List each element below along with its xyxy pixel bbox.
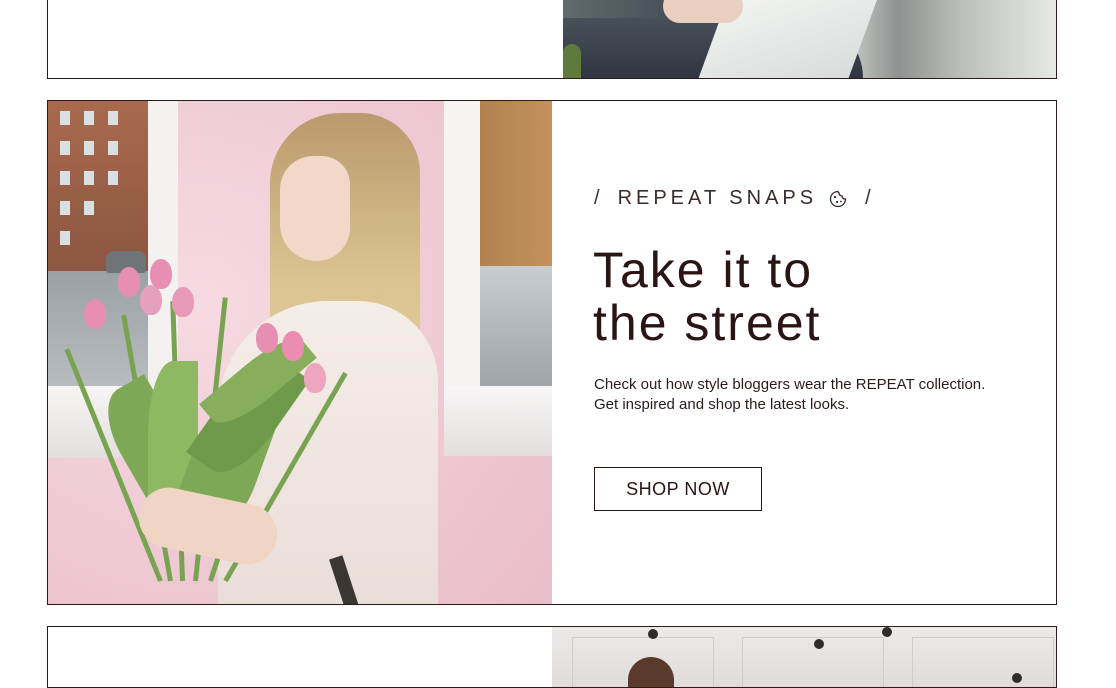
promo-headline: Take it to the street (593, 244, 993, 350)
promo-photo-top (563, 0, 1056, 78)
promo-tagline: / REPEAT SNAPS / (594, 187, 871, 210)
cookie-icon (829, 190, 847, 208)
wall-panel (912, 637, 1054, 687)
wall-panel (742, 637, 884, 687)
hand-shape (663, 0, 743, 23)
tagline-suffix: / (865, 187, 871, 209)
building-left (48, 101, 150, 271)
promo-card-repeat-snaps: / REPEAT SNAPS / Take it to the street C… (47, 100, 1057, 605)
building-right (478, 101, 552, 266)
description-line-1: Check out how style bloggers wear the RE… (594, 376, 986, 393)
promo-card-top (47, 0, 1057, 79)
face (280, 156, 350, 261)
headline-line-1: Take it to (593, 242, 814, 298)
plant-shape (563, 44, 581, 78)
promo-description: Check out how style bloggers wear the RE… (594, 375, 1024, 415)
window-glass-right (478, 266, 552, 386)
tagline-prefix: / (594, 187, 600, 209)
headline-line-2: the street (593, 295, 822, 351)
description-line-2: Get inspired and shop the latest looks. (594, 396, 850, 413)
promo-photo-woman-with-tulips (48, 101, 552, 604)
promo-photo-bottom (552, 627, 1056, 687)
shop-now-button[interactable]: SHOP NOW (594, 467, 762, 511)
tagline-text: REPEAT SNAPS (617, 187, 818, 209)
window-sill-right (444, 386, 552, 456)
promo-card-bottom (47, 626, 1057, 688)
